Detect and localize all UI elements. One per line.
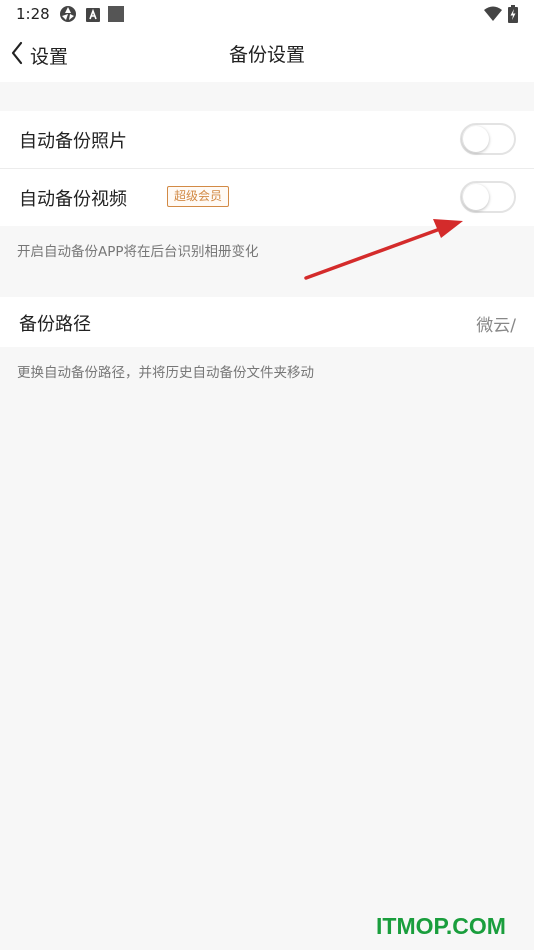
- wifi-icon: [484, 6, 502, 26]
- auto-backup-videos-label: 自动备份视频: [19, 189, 127, 210]
- auto-backup-videos-toggle[interactable]: [460, 181, 516, 213]
- toggle-knob: [463, 126, 489, 152]
- square-icon: [108, 6, 124, 26]
- back-label: 设置: [30, 45, 69, 68]
- status-bar: 1:28: [0, 0, 534, 28]
- chevron-left-icon: [8, 40, 28, 70]
- watermark: ITMOP.COM: [376, 913, 506, 939]
- battery-charging-icon: [508, 5, 518, 27]
- backup-path-hint: 更换自动备份路径，并将历史自动备份文件夹移动: [17, 365, 314, 381]
- auto-backup-photos-label: 自动备份照片: [19, 131, 127, 152]
- status-time: 1:28: [16, 5, 50, 23]
- back-button[interactable]: 设置: [8, 28, 68, 82]
- toggle-knob: [463, 184, 489, 210]
- auto-backup-photos-toggle[interactable]: [460, 123, 516, 155]
- backup-path-row[interactable]: 备份路径 微云/: [0, 297, 534, 347]
- backup-path-label: 备份路径: [19, 314, 91, 335]
- backup-path-value: 微云/: [476, 316, 516, 336]
- super-member-badge: 超级会员: [167, 186, 230, 207]
- nav-bar: 设置 备份设置: [0, 28, 534, 82]
- auto-backup-videos-row: 自动备份视频 超级会员: [0, 169, 534, 226]
- arrow-shaft: [304, 227, 442, 280]
- auto-backup-photos-row: 自动备份照片: [0, 111, 534, 168]
- aperture-icon: [59, 5, 77, 27]
- notification-a-icon: [86, 7, 100, 26]
- auto-backup-hint: 开启自动备份APP将在后台识别相册变化: [17, 244, 259, 260]
- page-title: 备份设置: [228, 44, 305, 66]
